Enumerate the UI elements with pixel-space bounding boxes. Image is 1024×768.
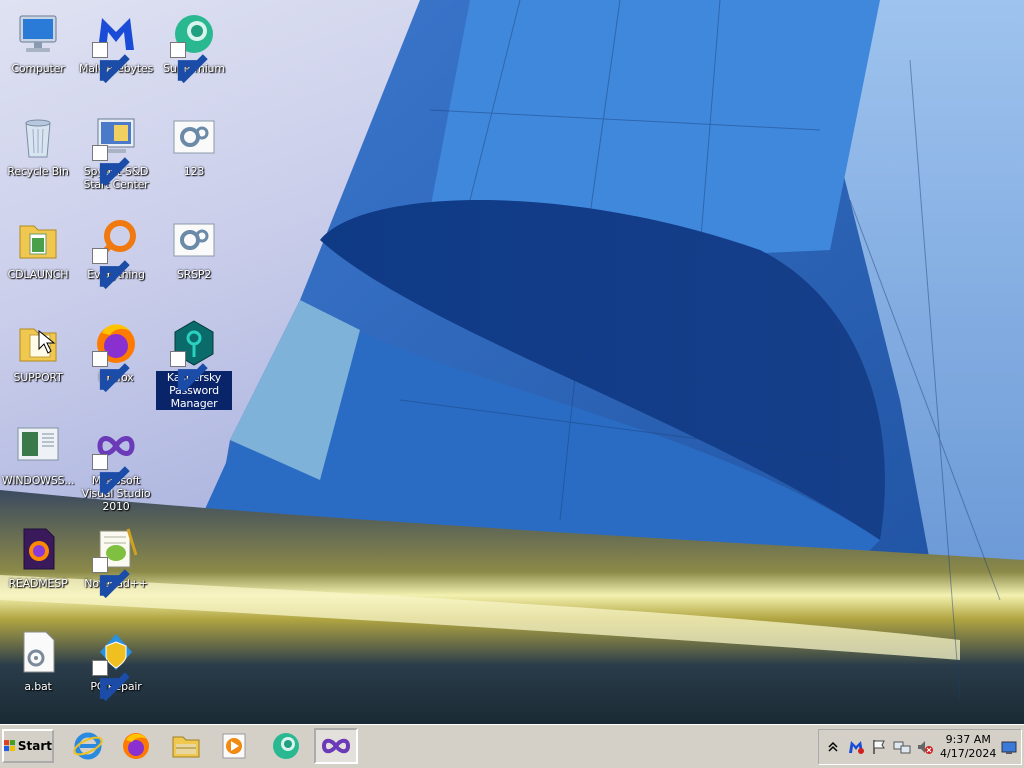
kaspersky-key-icon (170, 319, 218, 393)
taskbar-firefox[interactable] (114, 728, 158, 764)
taskbar-visual-studio[interactable] (314, 728, 358, 764)
taskbar-file-explorer[interactable] (164, 728, 208, 764)
clock-date: 4/17/2024 (940, 747, 997, 760)
desktop-icon-pc-repair[interactable]: PC Repair (78, 624, 154, 724)
desktop-icon-spybot[interactable]: Spybot-S&D Start Center (78, 109, 154, 209)
visual-studio-icon (92, 422, 140, 496)
desktop-icon-everything[interactable]: Everything (78, 212, 154, 312)
desktop-icon-supermium[interactable]: Supermium (156, 6, 232, 106)
taskbar-supermium[interactable] (264, 728, 308, 764)
desktop-icon-label: SUPPORT (13, 371, 63, 384)
desktop-icon-label: 123 (183, 165, 205, 178)
internet-explorer-icon (73, 732, 103, 760)
desktop-icon-123[interactable]: 123 (156, 109, 232, 209)
desktop[interactable]: Computer Recycle Bin CDLAUNCH SUPPORT WI… (0, 0, 1024, 724)
desktop-icon-visual-studio[interactable]: Microsoft Visual Studio 2010 (78, 418, 154, 518)
show-hidden-icons-chevron[interactable] (824, 738, 842, 756)
mouse-cursor-icon (38, 330, 56, 354)
malwarebytes-tray-icon[interactable] (847, 738, 865, 756)
spybot-icon (92, 113, 140, 187)
batch-file-icon (14, 628, 62, 676)
windows-logo-icon (4, 740, 16, 752)
desktop-icon-windowss[interactable]: WINDOWSS... (0, 418, 76, 518)
visual-studio-icon (321, 738, 351, 754)
media-player-icon (222, 733, 246, 759)
clock[interactable]: 9:37 AM 4/17/2024 (940, 733, 996, 761)
desktop-icon-label: Recycle Bin (7, 165, 69, 178)
document-window-icon (14, 422, 62, 470)
taskbar-media-player[interactable] (212, 728, 256, 764)
firefox-icon (123, 733, 149, 759)
shortcut-arrow-icon (92, 660, 130, 702)
show-desktop-icon[interactable] (1000, 738, 1018, 756)
desktop-icon-label: WINDOWSS... (1, 474, 75, 487)
folder-icon (14, 216, 62, 264)
shortcut-arrow-icon (170, 42, 208, 84)
supermium-icon (273, 733, 299, 759)
computer-icon (14, 10, 62, 58)
everything-search-icon (92, 216, 140, 290)
desktop-icon-cdlaunch[interactable]: CDLAUNCH (0, 212, 76, 312)
desktop-icon-a-bat[interactable]: a.bat (0, 624, 76, 724)
file-explorer-icon (172, 736, 200, 758)
shortcut-arrow-icon (92, 42, 130, 84)
desktop-icon-label: Computer (11, 62, 65, 75)
recycle-bin-icon (14, 113, 62, 161)
volume-muted-icon[interactable] (916, 738, 934, 756)
desktop-icon-readmesp[interactable]: READMESP (0, 521, 76, 621)
desktop-icon-label: a.bat (24, 680, 52, 693)
shortcut-arrow-icon (92, 145, 130, 187)
network-icon[interactable] (893, 738, 911, 756)
desktop-icon-label: READMESP (8, 577, 68, 590)
shortcut-arrow-icon (92, 351, 130, 393)
clock-time: 9:37 AM (945, 733, 991, 746)
malwarebytes-icon (92, 10, 140, 84)
desktop-icon-kaspersky-password-manager[interactable]: Kaspersky Password Manager (156, 315, 232, 415)
taskbar: Start 9:37 AM 4/17/2024 (0, 724, 1024, 768)
shortcut-arrow-icon (92, 248, 130, 290)
desktop-icon-recycle-bin[interactable]: Recycle Bin (0, 109, 76, 209)
shortcut-arrow-icon (92, 454, 130, 496)
desktop-icon-malwarebytes[interactable]: Malwarebytes (78, 6, 154, 106)
supermium-icon (170, 10, 218, 84)
system-tray: 9:37 AM 4/17/2024 (818, 729, 1022, 765)
settings-file-gear-icon (170, 113, 218, 161)
start-button[interactable]: Start (2, 729, 54, 763)
desktop-icon-firefox[interactable]: Firefox (78, 315, 154, 415)
taskbar-internet-explorer[interactable] (66, 728, 110, 764)
firefox-document-icon (14, 525, 62, 573)
notepad-plus-plus-icon (92, 525, 140, 599)
desktop-icon-srsp2[interactable]: SRSP2 (156, 212, 232, 312)
shortcut-arrow-icon (92, 557, 130, 599)
desktop-icon-label: CDLAUNCH (7, 268, 69, 281)
desktop-icon-notepad-plus-plus[interactable]: Notepad++ (78, 521, 154, 621)
start-label: Start (17, 739, 52, 753)
desktop-icon-computer[interactable]: Computer (0, 6, 76, 106)
action-center-flag-icon[interactable] (870, 738, 888, 756)
settings-file-gear-icon (170, 216, 218, 264)
shortcut-arrow-icon (170, 351, 208, 393)
desktop-icon-label: SRSP2 (176, 268, 212, 281)
firefox-icon (92, 319, 140, 393)
pc-repair-shield-icon (92, 628, 140, 702)
